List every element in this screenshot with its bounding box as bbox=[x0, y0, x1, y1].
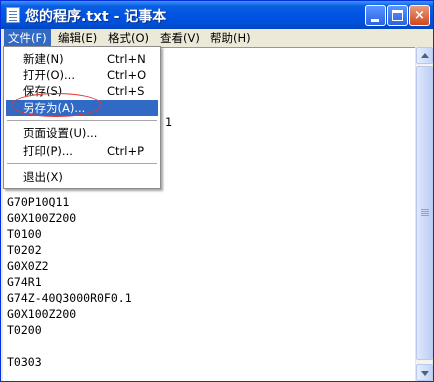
menu-edit[interactable]: 编辑(E) bbox=[54, 29, 101, 47]
scroll-down-button[interactable] bbox=[416, 364, 433, 381]
menu-item-page-setup[interactable]: 页面设置(U)... bbox=[6, 125, 158, 141]
grip-icon bbox=[421, 209, 429, 210]
text-line: T0200 bbox=[7, 323, 42, 337]
arrow-down-icon bbox=[421, 371, 429, 376]
scroll-up-button[interactable] bbox=[416, 47, 433, 64]
text-line: G70P10Q11 bbox=[7, 195, 70, 209]
menu-item-shortcut: Ctrl+S bbox=[107, 84, 145, 98]
notepad-icon bbox=[6, 7, 20, 23]
maximize-icon bbox=[392, 10, 403, 21]
text-line: T0303 bbox=[7, 355, 42, 369]
file-menu-dropdown: 新建(N) Ctrl+N 打开(O)... Ctrl+O 保存(S) Ctrl+… bbox=[3, 46, 161, 189]
minimize-button[interactable] bbox=[365, 5, 386, 26]
text-line: G74Z-40Q3000R0F0.1 bbox=[7, 291, 132, 305]
text-line: G0X100Z200 bbox=[7, 307, 77, 321]
notepad-window: 您的程序.txt - 记事本 × 文件(F) 编辑(E) 格式(O) 查看(V)… bbox=[0, 0, 434, 382]
menu-item-shortcut: Ctrl+N bbox=[107, 52, 146, 66]
text-line: G0X100Z200 bbox=[7, 211, 77, 225]
close-button[interactable]: × bbox=[409, 5, 430, 26]
menu-item-shortcut: Ctrl+P bbox=[107, 144, 145, 158]
menu-help[interactable]: 帮助(H) bbox=[206, 29, 255, 47]
menu-item-print[interactable]: 打印(P)... Ctrl+P bbox=[6, 143, 158, 159]
menu-item-label: 新建(N) bbox=[23, 52, 64, 66]
menu-bar: 文件(F) 编辑(E) 格式(O) 查看(V) 帮助(H) bbox=[1, 29, 433, 47]
vertical-scrollbar[interactable] bbox=[415, 47, 433, 381]
title-bar[interactable]: 您的程序.txt - 记事本 × bbox=[1, 1, 433, 29]
menu-separator bbox=[7, 120, 157, 121]
menu-item-new[interactable]: 新建(N) Ctrl+N bbox=[6, 51, 158, 67]
menu-item-shortcut: Ctrl+O bbox=[107, 68, 147, 82]
menu-view[interactable]: 查看(V) bbox=[156, 29, 204, 47]
text-line: T0100 bbox=[7, 227, 42, 241]
arrow-up-icon bbox=[421, 53, 429, 58]
menu-item-exit[interactable]: 退出(X) bbox=[6, 169, 158, 185]
scroll-thumb[interactable] bbox=[416, 66, 433, 360]
maximize-button[interactable] bbox=[387, 5, 408, 26]
partial-line: 1 bbox=[165, 115, 172, 129]
menu-item-label: 页面设置(U)... bbox=[23, 126, 98, 140]
menu-format[interactable]: 格式(O) bbox=[104, 29, 153, 47]
text-line: G74R1 bbox=[7, 275, 42, 289]
menu-item-open[interactable]: 打开(O)... Ctrl+O bbox=[6, 67, 158, 83]
menu-separator bbox=[7, 163, 157, 164]
menu-file[interactable]: 文件(F) bbox=[4, 29, 51, 47]
menu-item-label: 退出(X) bbox=[23, 170, 63, 184]
text-line: T0202 bbox=[7, 243, 42, 257]
minimize-icon bbox=[371, 19, 379, 22]
annotation-circle bbox=[11, 93, 102, 117]
window-title: 您的程序.txt - 记事本 bbox=[25, 9, 167, 25]
menu-item-label: 打开(O)... bbox=[23, 68, 75, 82]
text-line: G0X0Z2 bbox=[7, 259, 49, 273]
menu-item-label: 打印(P)... bbox=[23, 144, 73, 158]
